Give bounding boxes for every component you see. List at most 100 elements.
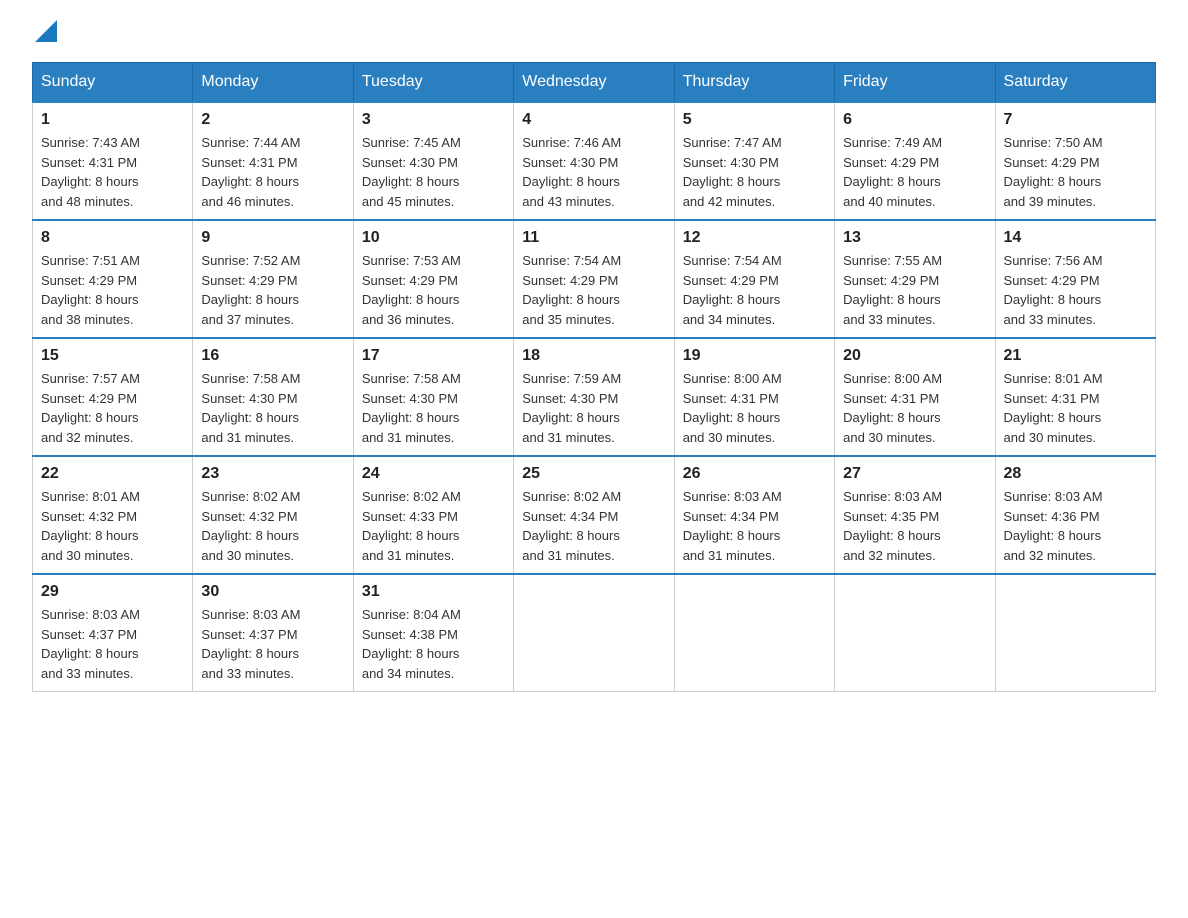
day-number: 12 <box>683 229 826 247</box>
calendar-day-cell: 4 Sunrise: 7:46 AM Sunset: 4:30 PM Dayli… <box>514 102 674 220</box>
day-info: Sunrise: 7:56 AM Sunset: 4:29 PM Dayligh… <box>1004 251 1147 329</box>
calendar-day-cell: 15 Sunrise: 7:57 AM Sunset: 4:29 PM Dayl… <box>33 338 193 456</box>
calendar-day-cell: 26 Sunrise: 8:03 AM Sunset: 4:34 PM Dayl… <box>674 456 834 574</box>
day-number: 28 <box>1004 465 1147 483</box>
day-number: 5 <box>683 111 826 129</box>
calendar-day-cell: 21 Sunrise: 8:01 AM Sunset: 4:31 PM Dayl… <box>995 338 1155 456</box>
day-of-week-header: Tuesday <box>353 63 513 103</box>
day-number: 16 <box>201 347 344 365</box>
day-info: Sunrise: 8:00 AM Sunset: 4:31 PM Dayligh… <box>843 369 986 447</box>
day-of-week-header: Wednesday <box>514 63 674 103</box>
day-number: 29 <box>41 583 184 601</box>
calendar-week-row: 29 Sunrise: 8:03 AM Sunset: 4:37 PM Dayl… <box>33 574 1156 692</box>
day-number: 8 <box>41 229 184 247</box>
calendar-week-row: 8 Sunrise: 7:51 AM Sunset: 4:29 PM Dayli… <box>33 220 1156 338</box>
day-of-week-header: Friday <box>835 63 995 103</box>
day-info: Sunrise: 7:59 AM Sunset: 4:30 PM Dayligh… <box>522 369 665 447</box>
day-info: Sunrise: 7:50 AM Sunset: 4:29 PM Dayligh… <box>1004 133 1147 211</box>
day-number: 20 <box>843 347 986 365</box>
day-number: 17 <box>362 347 505 365</box>
calendar-day-cell: 31 Sunrise: 8:04 AM Sunset: 4:38 PM Dayl… <box>353 574 513 692</box>
logo-triangle-icon <box>35 20 57 42</box>
day-info: Sunrise: 8:02 AM Sunset: 4:33 PM Dayligh… <box>362 487 505 565</box>
day-number: 23 <box>201 465 344 483</box>
calendar-day-cell: 7 Sunrise: 7:50 AM Sunset: 4:29 PM Dayli… <box>995 102 1155 220</box>
calendar-day-cell: 27 Sunrise: 8:03 AM Sunset: 4:35 PM Dayl… <box>835 456 995 574</box>
day-number: 14 <box>1004 229 1147 247</box>
day-info: Sunrise: 8:04 AM Sunset: 4:38 PM Dayligh… <box>362 605 505 683</box>
calendar-day-cell: 2 Sunrise: 7:44 AM Sunset: 4:31 PM Dayli… <box>193 102 353 220</box>
calendar-week-row: 15 Sunrise: 7:57 AM Sunset: 4:29 PM Dayl… <box>33 338 1156 456</box>
day-info: Sunrise: 8:02 AM Sunset: 4:32 PM Dayligh… <box>201 487 344 565</box>
calendar-day-cell: 22 Sunrise: 8:01 AM Sunset: 4:32 PM Dayl… <box>33 456 193 574</box>
day-of-week-header: Thursday <box>674 63 834 103</box>
day-info: Sunrise: 8:00 AM Sunset: 4:31 PM Dayligh… <box>683 369 826 447</box>
day-number: 24 <box>362 465 505 483</box>
day-number: 6 <box>843 111 986 129</box>
day-number: 31 <box>362 583 505 601</box>
calendar-header-row: SundayMondayTuesdayWednesdayThursdayFrid… <box>33 63 1156 103</box>
calendar-day-cell: 6 Sunrise: 7:49 AM Sunset: 4:29 PM Dayli… <box>835 102 995 220</box>
calendar-day-cell: 1 Sunrise: 7:43 AM Sunset: 4:31 PM Dayli… <box>33 102 193 220</box>
day-info: Sunrise: 7:55 AM Sunset: 4:29 PM Dayligh… <box>843 251 986 329</box>
day-info: Sunrise: 8:01 AM Sunset: 4:32 PM Dayligh… <box>41 487 184 565</box>
day-number: 22 <box>41 465 184 483</box>
calendar-day-cell: 14 Sunrise: 7:56 AM Sunset: 4:29 PM Dayl… <box>995 220 1155 338</box>
logo <box>32 24 57 42</box>
day-info: Sunrise: 7:46 AM Sunset: 4:30 PM Dayligh… <box>522 133 665 211</box>
day-info: Sunrise: 7:54 AM Sunset: 4:29 PM Dayligh… <box>683 251 826 329</box>
calendar-day-cell: 18 Sunrise: 7:59 AM Sunset: 4:30 PM Dayl… <box>514 338 674 456</box>
calendar-day-cell: 28 Sunrise: 8:03 AM Sunset: 4:36 PM Dayl… <box>995 456 1155 574</box>
calendar-day-cell: 19 Sunrise: 8:00 AM Sunset: 4:31 PM Dayl… <box>674 338 834 456</box>
calendar-day-cell: 20 Sunrise: 8:00 AM Sunset: 4:31 PM Dayl… <box>835 338 995 456</box>
day-info: Sunrise: 7:47 AM Sunset: 4:30 PM Dayligh… <box>683 133 826 211</box>
day-info: Sunrise: 7:43 AM Sunset: 4:31 PM Dayligh… <box>41 133 184 211</box>
calendar-day-cell: 12 Sunrise: 7:54 AM Sunset: 4:29 PM Dayl… <box>674 220 834 338</box>
day-number: 19 <box>683 347 826 365</box>
calendar-day-cell <box>674 574 834 692</box>
calendar-day-cell: 9 Sunrise: 7:52 AM Sunset: 4:29 PM Dayli… <box>193 220 353 338</box>
calendar-day-cell <box>514 574 674 692</box>
calendar-day-cell <box>835 574 995 692</box>
day-number: 7 <box>1004 111 1147 129</box>
day-info: Sunrise: 8:03 AM Sunset: 4:36 PM Dayligh… <box>1004 487 1147 565</box>
day-number: 21 <box>1004 347 1147 365</box>
calendar-day-cell: 3 Sunrise: 7:45 AM Sunset: 4:30 PM Dayli… <box>353 102 513 220</box>
day-info: Sunrise: 7:57 AM Sunset: 4:29 PM Dayligh… <box>41 369 184 447</box>
day-number: 11 <box>522 229 665 247</box>
calendar-day-cell: 30 Sunrise: 8:03 AM Sunset: 4:37 PM Dayl… <box>193 574 353 692</box>
calendar-day-cell: 16 Sunrise: 7:58 AM Sunset: 4:30 PM Dayl… <box>193 338 353 456</box>
day-info: Sunrise: 7:54 AM Sunset: 4:29 PM Dayligh… <box>522 251 665 329</box>
day-number: 3 <box>362 111 505 129</box>
day-info: Sunrise: 7:58 AM Sunset: 4:30 PM Dayligh… <box>362 369 505 447</box>
day-number: 13 <box>843 229 986 247</box>
day-number: 10 <box>362 229 505 247</box>
calendar-day-cell: 29 Sunrise: 8:03 AM Sunset: 4:37 PM Dayl… <box>33 574 193 692</box>
day-number: 9 <box>201 229 344 247</box>
calendar-day-cell: 8 Sunrise: 7:51 AM Sunset: 4:29 PM Dayli… <box>33 220 193 338</box>
calendar-week-row: 1 Sunrise: 7:43 AM Sunset: 4:31 PM Dayli… <box>33 102 1156 220</box>
day-info: Sunrise: 8:03 AM Sunset: 4:35 PM Dayligh… <box>843 487 986 565</box>
day-info: Sunrise: 7:45 AM Sunset: 4:30 PM Dayligh… <box>362 133 505 211</box>
day-number: 25 <box>522 465 665 483</box>
day-info: Sunrise: 7:44 AM Sunset: 4:31 PM Dayligh… <box>201 133 344 211</box>
day-of-week-header: Sunday <box>33 63 193 103</box>
day-info: Sunrise: 8:02 AM Sunset: 4:34 PM Dayligh… <box>522 487 665 565</box>
calendar-day-cell <box>995 574 1155 692</box>
day-number: 30 <box>201 583 344 601</box>
day-number: 26 <box>683 465 826 483</box>
day-info: Sunrise: 8:01 AM Sunset: 4:31 PM Dayligh… <box>1004 369 1147 447</box>
day-number: 18 <box>522 347 665 365</box>
day-number: 15 <box>41 347 184 365</box>
day-info: Sunrise: 7:51 AM Sunset: 4:29 PM Dayligh… <box>41 251 184 329</box>
day-number: 4 <box>522 111 665 129</box>
day-number: 2 <box>201 111 344 129</box>
calendar-day-cell: 13 Sunrise: 7:55 AM Sunset: 4:29 PM Dayl… <box>835 220 995 338</box>
day-number: 1 <box>41 111 184 129</box>
calendar-day-cell: 11 Sunrise: 7:54 AM Sunset: 4:29 PM Dayl… <box>514 220 674 338</box>
calendar-table: SundayMondayTuesdayWednesdayThursdayFrid… <box>32 62 1156 692</box>
calendar-day-cell: 25 Sunrise: 8:02 AM Sunset: 4:34 PM Dayl… <box>514 456 674 574</box>
page-header <box>32 24 1156 42</box>
calendar-day-cell: 23 Sunrise: 8:02 AM Sunset: 4:32 PM Dayl… <box>193 456 353 574</box>
calendar-day-cell: 10 Sunrise: 7:53 AM Sunset: 4:29 PM Dayl… <box>353 220 513 338</box>
